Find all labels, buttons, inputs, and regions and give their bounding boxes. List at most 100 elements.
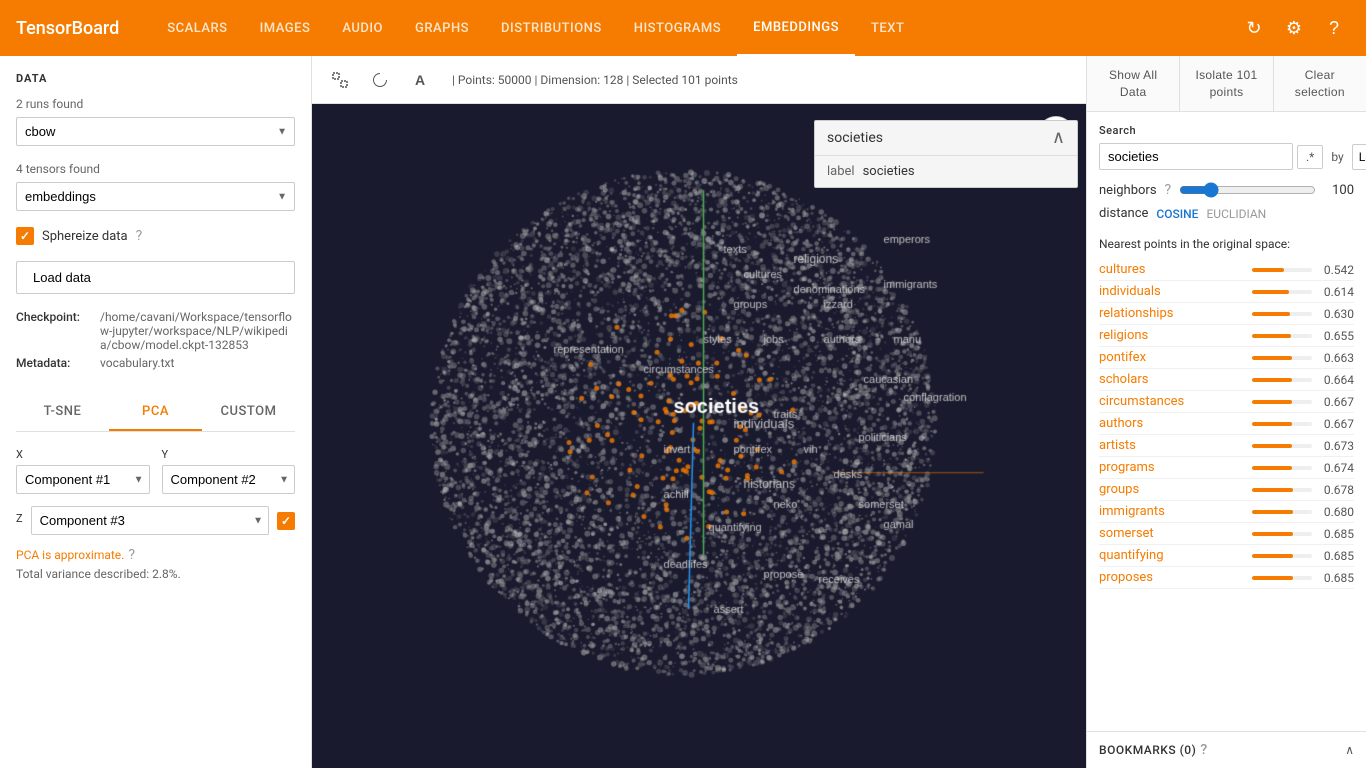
nearest-points-list: cultures0.542individuals0.614relationshi… xyxy=(1099,259,1354,589)
load-data-button[interactable]: Load data xyxy=(16,261,295,294)
canvas-area: A | Points: 50000 | Dimension: 128 | Sel… xyxy=(312,56,1086,768)
run-select-wrap[interactable]: cbow xyxy=(16,117,295,146)
popup-close-button[interactable]: ∧ xyxy=(1052,129,1065,147)
x-select-wrap[interactable]: Component #1 xyxy=(16,465,150,494)
distance-label: distance xyxy=(1099,206,1148,221)
refresh-button[interactable]: ↻ xyxy=(1238,12,1270,44)
nearest-name-authors[interactable]: authors xyxy=(1099,416,1143,431)
nav-item-audio[interactable]: AUDIO xyxy=(326,0,399,56)
nav-item-embeddings[interactable]: EMBEDDINGS xyxy=(737,0,855,56)
z-checkbox[interactable] xyxy=(277,512,295,530)
nearest-bar-circumstances xyxy=(1252,400,1312,404)
nearest-title: Nearest points in the original space: xyxy=(1099,237,1354,251)
run-select[interactable]: cbow xyxy=(16,117,295,146)
settings-button[interactable]: ⚙ xyxy=(1278,12,1310,44)
y-select[interactable]: Component #2 xyxy=(162,465,296,494)
popup-label-val: societies xyxy=(863,164,915,179)
nav-item-scalars[interactable]: SCALARS xyxy=(151,0,243,56)
z-select-wrap[interactable]: Component #3 xyxy=(31,506,269,535)
nearest-name-cultures[interactable]: cultures xyxy=(1099,262,1145,277)
z-axis-label: Z xyxy=(16,512,23,525)
nearest-name-immigrants[interactable]: immigrants xyxy=(1099,504,1165,519)
nearest-item-proposes: proposes 0.685 xyxy=(1099,567,1354,589)
x-select[interactable]: Component #1 xyxy=(16,465,150,494)
nearest-name-circumstances[interactable]: circumstances xyxy=(1099,394,1184,409)
nearest-name-programs[interactable]: programs xyxy=(1099,460,1155,475)
nearest-bar-scholars xyxy=(1252,378,1312,382)
regex-button[interactable]: .* xyxy=(1297,145,1323,169)
nearest-bar-val-relationships: 0.630 xyxy=(1252,307,1354,321)
nearest-name-religions[interactable]: religions xyxy=(1099,328,1148,343)
nearest-item-circumstances: circumstances 0.667 xyxy=(1099,391,1354,413)
nearest-bar-fill-circumstances xyxy=(1252,400,1292,404)
nearest-bar-groups xyxy=(1252,488,1312,492)
tensor-select-wrap[interactable]: embeddings xyxy=(16,182,295,211)
cosine-button[interactable]: COSINE xyxy=(1156,207,1198,221)
sphereize-row: Sphereize data ? xyxy=(16,227,295,245)
navbar: TensorBoard SCALARSIMAGESAUDIOGRAPHSDIST… xyxy=(0,0,1366,56)
nearest-name-artists[interactable]: artists xyxy=(1099,438,1136,453)
main-layout: DATA 2 runs found cbow 4 tensors found e… xyxy=(0,56,1366,768)
nav-item-histograms[interactable]: HISTOGRAMS xyxy=(618,0,737,56)
distance-row: distance COSINE EUCLIDIAN xyxy=(1099,206,1354,221)
checkpoint-value: /home/cavani/Workspace/tensorflow-jupyte… xyxy=(100,310,295,352)
tab-tsne[interactable]: T-SNE xyxy=(16,394,109,431)
z-select[interactable]: Component #3 xyxy=(31,506,269,535)
isolate-button[interactable]: Isolate 101 points xyxy=(1180,56,1273,111)
bookmarks-section: BOOKMARKS (0) ? ∧ xyxy=(1087,731,1366,768)
tab-pca[interactable]: PCA xyxy=(109,394,202,431)
nearest-name-proposes[interactable]: proposes xyxy=(1099,570,1153,585)
pca-help-icon[interactable]: ? xyxy=(128,547,135,563)
nav-item-text[interactable]: TEXT xyxy=(855,0,920,56)
bookmarks-help-icon[interactable]: ? xyxy=(1200,742,1207,758)
nav-item-images[interactable]: IMAGES xyxy=(244,0,327,56)
nearest-val-immigrants: 0.680 xyxy=(1318,505,1354,519)
y-select-wrap[interactable]: Component #2 xyxy=(162,465,296,494)
nearest-name-pontifex[interactable]: pontifex xyxy=(1099,350,1146,365)
nearest-bar-fill-relationships xyxy=(1252,312,1290,316)
neighbors-slider[interactable] xyxy=(1179,182,1316,198)
z-row: Z Component #3 xyxy=(16,506,295,535)
nav-item-graphs[interactable]: GRAPHS xyxy=(399,0,485,56)
embedding-visualization[interactable]: societies ∧ label societies xyxy=(312,104,1086,768)
nearest-item-somerset: somerset0.685 xyxy=(1099,523,1354,545)
nearest-val-proposes: 0.685 xyxy=(1318,571,1354,585)
nearest-bar-somerset xyxy=(1252,532,1312,536)
nearest-bar-fill-somerset xyxy=(1252,532,1293,536)
sphereize-help-icon[interactable]: ? xyxy=(136,228,143,244)
neighbors-value: 100 xyxy=(1324,183,1354,198)
nearest-name-scholars[interactable]: scholars xyxy=(1099,372,1148,387)
search-input[interactable] xyxy=(1099,143,1293,170)
nearest-name-quantifying[interactable]: quantifying xyxy=(1099,548,1164,563)
search-by-select[interactable]: Label xyxy=(1352,144,1366,170)
neighbors-label: neighbors xyxy=(1099,183,1157,198)
nearest-name-somerset[interactable]: somerset xyxy=(1099,526,1154,541)
nearest-val-circumstances: 0.667 xyxy=(1318,395,1354,409)
nearest-bar-fill-artists xyxy=(1252,444,1292,448)
nearest-name-relationships[interactable]: relationships xyxy=(1099,306,1173,321)
by-label: by xyxy=(1331,150,1343,164)
nearest-bar-val-programs: 0.674 xyxy=(1252,461,1354,475)
nearest-val-artists: 0.673 xyxy=(1318,439,1354,453)
neighbors-help-icon[interactable]: ? xyxy=(1165,182,1172,198)
euclidian-button[interactable]: EUCLIDIAN xyxy=(1206,207,1266,221)
select-box-button[interactable] xyxy=(324,64,356,96)
embedding-canvas[interactable] xyxy=(312,104,1086,768)
tab-custom[interactable]: CUSTOM xyxy=(202,394,295,431)
nearest-bar-val-immigrants: 0.680 xyxy=(1252,505,1354,519)
label-button[interactable]: A xyxy=(404,64,436,96)
search-label: Search xyxy=(1099,124,1354,137)
nearest-bar-fill-authors xyxy=(1252,422,1292,426)
sphereize-checkbox[interactable] xyxy=(16,227,34,245)
nearest-name-groups[interactable]: groups xyxy=(1099,482,1139,497)
nav-item-distributions[interactable]: DISTRIBUTIONS xyxy=(485,0,618,56)
night-mode-button[interactable] xyxy=(364,64,396,96)
bookmarks-collapse-button[interactable]: ∧ xyxy=(1345,743,1354,757)
clear-selection-button[interactable]: Clear selection xyxy=(1274,56,1366,111)
tensor-select[interactable]: embeddings xyxy=(16,182,295,211)
nearest-name-individuals[interactable]: individuals xyxy=(1099,284,1161,299)
nearest-val-quantifying: 0.685 xyxy=(1318,549,1354,563)
show-all-data-button[interactable]: Show All Data xyxy=(1087,56,1180,111)
help-button[interactable]: ? xyxy=(1318,12,1350,44)
nearest-item-programs: programs 0.674 xyxy=(1099,457,1354,479)
